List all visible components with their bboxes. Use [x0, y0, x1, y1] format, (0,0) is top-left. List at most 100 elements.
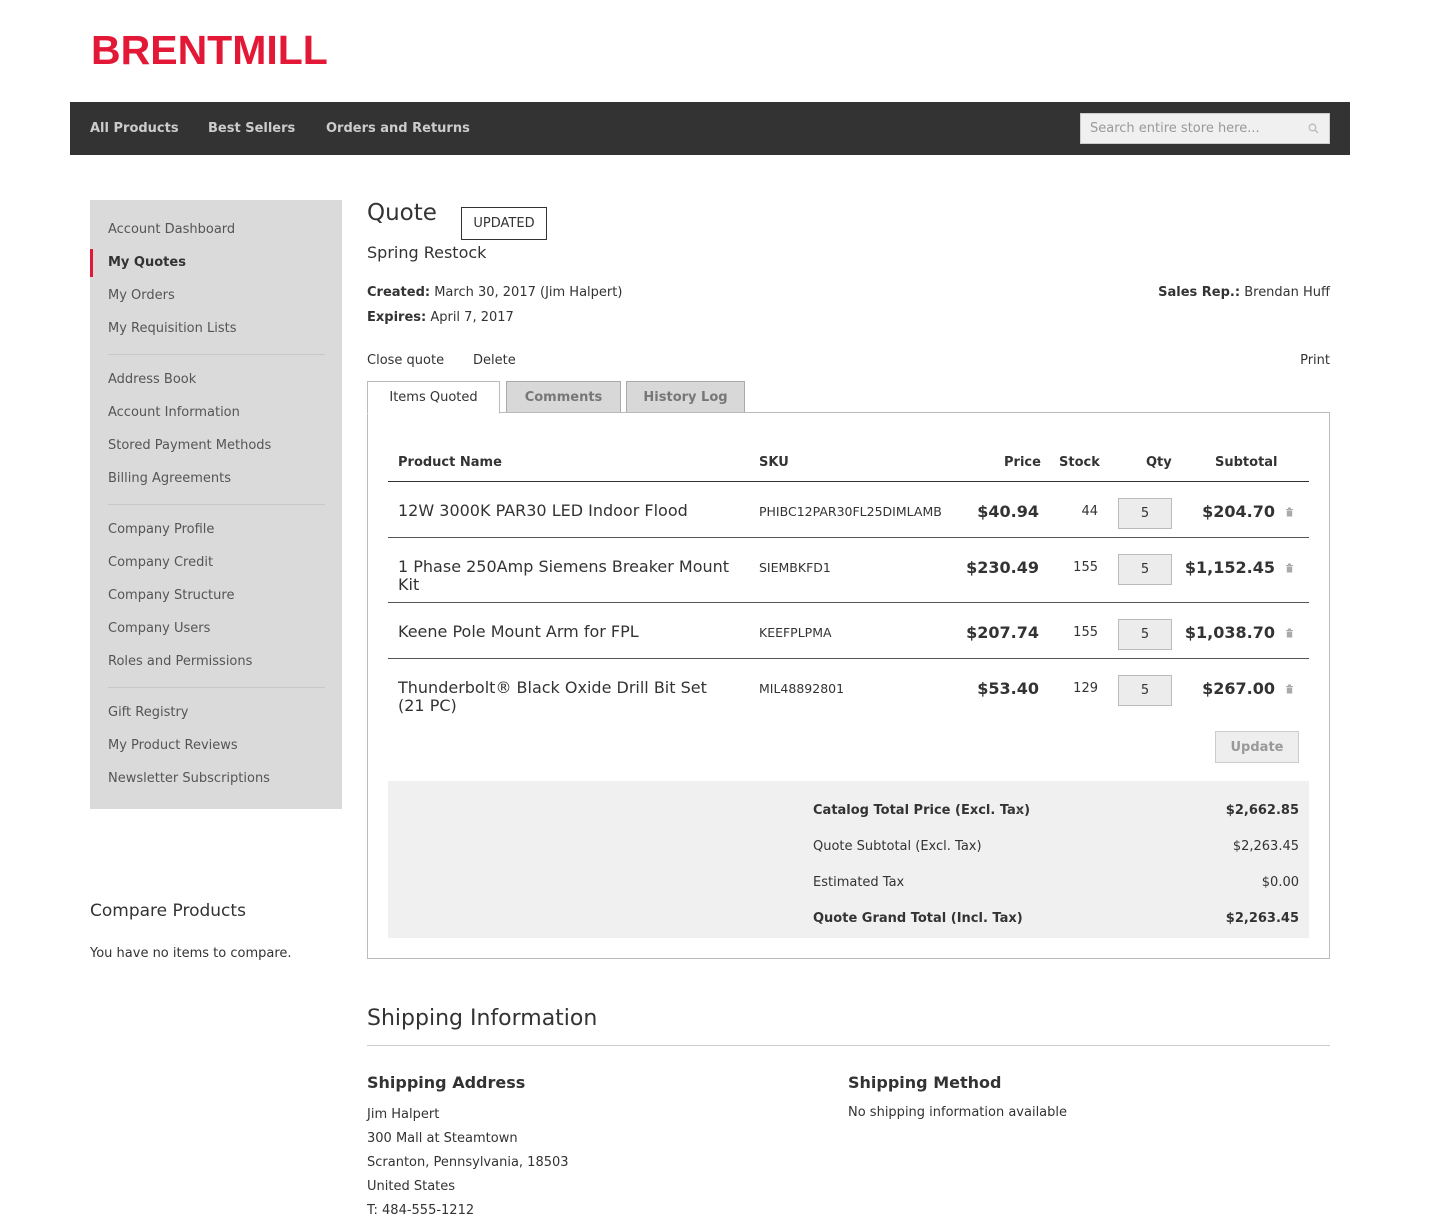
row-divider [388, 658, 1309, 659]
sales-rep-label: Sales Rep.: [1158, 285, 1241, 300]
col-header-subtotal: Subtotal [1215, 455, 1278, 470]
status-badge: UPDATED [461, 207, 547, 240]
table-header-divider [388, 481, 1309, 482]
trash-icon[interactable] [1285, 507, 1294, 517]
sales-rep-value: Brendan Huff [1240, 285, 1330, 300]
tab-history-log[interactable]: History Log [626, 381, 745, 413]
item-name[interactable]: Keene Pole Mount Arm for FPL [398, 623, 738, 641]
sidebar-item-account-dashboard[interactable]: Account Dashboard [108, 222, 235, 238]
item-price: $230.49 [966, 558, 1039, 577]
item-sku: KEEFPLPMA [759, 625, 832, 640]
item-stock: 44 [1081, 504, 1098, 519]
item-subtotal: $267.00 [1202, 679, 1275, 698]
item-name[interactable]: Thunderbolt® Black Oxide Drill Bit Set (… [398, 679, 738, 715]
search-icon[interactable] [1308, 123, 1319, 134]
delete-link[interactable]: Delete [473, 353, 516, 368]
item-stock: 155 [1073, 560, 1098, 575]
qty-input[interactable]: 5 [1118, 619, 1172, 650]
item-price: $53.40 [977, 679, 1039, 698]
qty-input[interactable]: 5 [1118, 498, 1172, 529]
shipping-method-title: Shipping Method [848, 1073, 1002, 1092]
sidebar-item-newsletter[interactable]: Newsletter Subscriptions [108, 771, 270, 787]
sidebar-item-product-reviews[interactable]: My Product Reviews [108, 738, 238, 754]
sidebar-item-billing-agreements[interactable]: Billing Agreements [108, 471, 231, 487]
search-box [1080, 113, 1330, 144]
shipping-method-text: No shipping information available [848, 1105, 1068, 1120]
trash-icon[interactable] [1285, 684, 1294, 694]
sidebar-item-company-credit[interactable]: Company Credit [108, 555, 213, 571]
col-header-price: Price [1004, 455, 1041, 470]
col-header-stock: Stock [1059, 455, 1100, 470]
sidebar-item-company-profile[interactable]: Company Profile [108, 522, 214, 538]
quote-name: Spring Restock [367, 243, 487, 262]
tab-items-quoted[interactable]: Items Quoted [367, 381, 500, 414]
address-line: Scranton, Pennsylvania, 18503 [367, 1155, 569, 1170]
compare-products-text: You have no items to compare. [90, 946, 292, 961]
catalog-total-value: $2,662.85 [1225, 803, 1299, 818]
sidebar-divider [108, 504, 325, 505]
sidebar-item-stored-payment[interactable]: Stored Payment Methods [108, 438, 271, 454]
trash-icon[interactable] [1285, 563, 1294, 573]
tab-comments[interactable]: Comments [506, 381, 621, 413]
row-divider [388, 537, 1309, 538]
item-sku: MIL48892801 [759, 681, 845, 696]
quote-subtotal-value: $2,263.45 [1232, 839, 1299, 854]
sidebar-item-address-book[interactable]: Address Book [108, 372, 196, 388]
expires-label: Expires: [367, 310, 427, 325]
item-sku: SIEMBKFD1 [759, 560, 831, 575]
shipping-address-title: Shipping Address [367, 1073, 526, 1092]
sales-rep-info: Sales Rep.: Brendan Huff [1158, 285, 1330, 300]
compare-products-title: Compare Products [90, 901, 246, 921]
quote-subtotal-label: Quote Subtotal (Excl. Tax) [813, 839, 982, 854]
qty-input[interactable]: 5 [1118, 554, 1172, 585]
close-quote-link[interactable]: Close quote [367, 353, 444, 368]
trash-icon[interactable] [1285, 628, 1294, 638]
nav-orders-returns[interactable]: Orders and Returns [326, 121, 470, 136]
row-divider [388, 602, 1309, 603]
nav-all-products[interactable]: All Products [90, 121, 179, 136]
sidebar-item-my-quotes[interactable]: My Quotes [108, 255, 186, 271]
item-stock: 129 [1073, 681, 1098, 696]
sidebar-divider [108, 687, 325, 688]
sidebar-item-gift-registry[interactable]: Gift Registry [108, 705, 188, 721]
item-stock: 155 [1073, 625, 1098, 640]
address-line: 300 Mall at Steamtown [367, 1131, 518, 1146]
item-sku: PHIBC12PAR30FL25DIMLAMB [759, 504, 942, 519]
qty-input[interactable]: 5 [1118, 675, 1172, 706]
grand-total-value: $2,263.45 [1225, 911, 1299, 926]
estimated-tax-value: $0.00 [1261, 875, 1299, 890]
address-line: Jim Halpert [367, 1107, 440, 1122]
sidebar-item-company-users[interactable]: Company Users [108, 621, 210, 637]
sidebar-item-company-structure[interactable]: Company Structure [108, 588, 234, 604]
item-name[interactable]: 12W 3000K PAR30 LED Indoor Flood [398, 502, 738, 520]
sidebar-item-my-orders[interactable]: My Orders [108, 288, 175, 304]
shipping-info-title: Shipping Information [367, 1006, 598, 1031]
address-line: United States [367, 1179, 456, 1194]
sidebar-item-requisition-lists[interactable]: My Requisition Lists [108, 321, 237, 337]
address-phone: T: 484-555-1212 [367, 1203, 475, 1218]
item-name[interactable]: 1 Phase 250Amp Siemens Breaker Mount Kit [398, 558, 738, 594]
item-subtotal: $1,152.45 [1184, 558, 1275, 577]
account-sidebar: Account Dashboard My Quotes My Orders My… [90, 200, 342, 809]
col-header-sku: SKU [759, 455, 789, 470]
expires-value: April 7, 2017 [426, 310, 514, 325]
sidebar-item-account-information[interactable]: Account Information [108, 405, 240, 421]
estimated-tax-label: Estimated Tax [813, 875, 905, 890]
update-button[interactable]: Update [1215, 731, 1299, 763]
page-title: Quote [367, 200, 437, 226]
sidebar-item-roles-permissions[interactable]: Roles and Permissions [108, 654, 252, 670]
catalog-total-label: Catalog Total Price (Excl. Tax) [813, 803, 1031, 818]
col-header-qty: Qty [1146, 455, 1172, 470]
shipping-divider [367, 1045, 1330, 1046]
item-price: $207.74 [966, 623, 1039, 642]
item-price: $40.94 [977, 502, 1039, 521]
nav-best-sellers[interactable]: Best Sellers [208, 121, 295, 136]
sidebar-divider [108, 354, 325, 355]
brand-logo[interactable]: BRENTMILL [91, 30, 328, 71]
expires-info: Expires: April 7, 2017 [367, 310, 514, 325]
grand-total-label: Quote Grand Total (Incl. Tax) [813, 911, 1023, 926]
chevron-down-icon[interactable]: ⌄ [1015, 804, 1023, 815]
col-header-product-name: Product Name [398, 455, 502, 470]
search-input[interactable] [1081, 114, 1329, 143]
print-link[interactable]: Print [1300, 353, 1330, 368]
